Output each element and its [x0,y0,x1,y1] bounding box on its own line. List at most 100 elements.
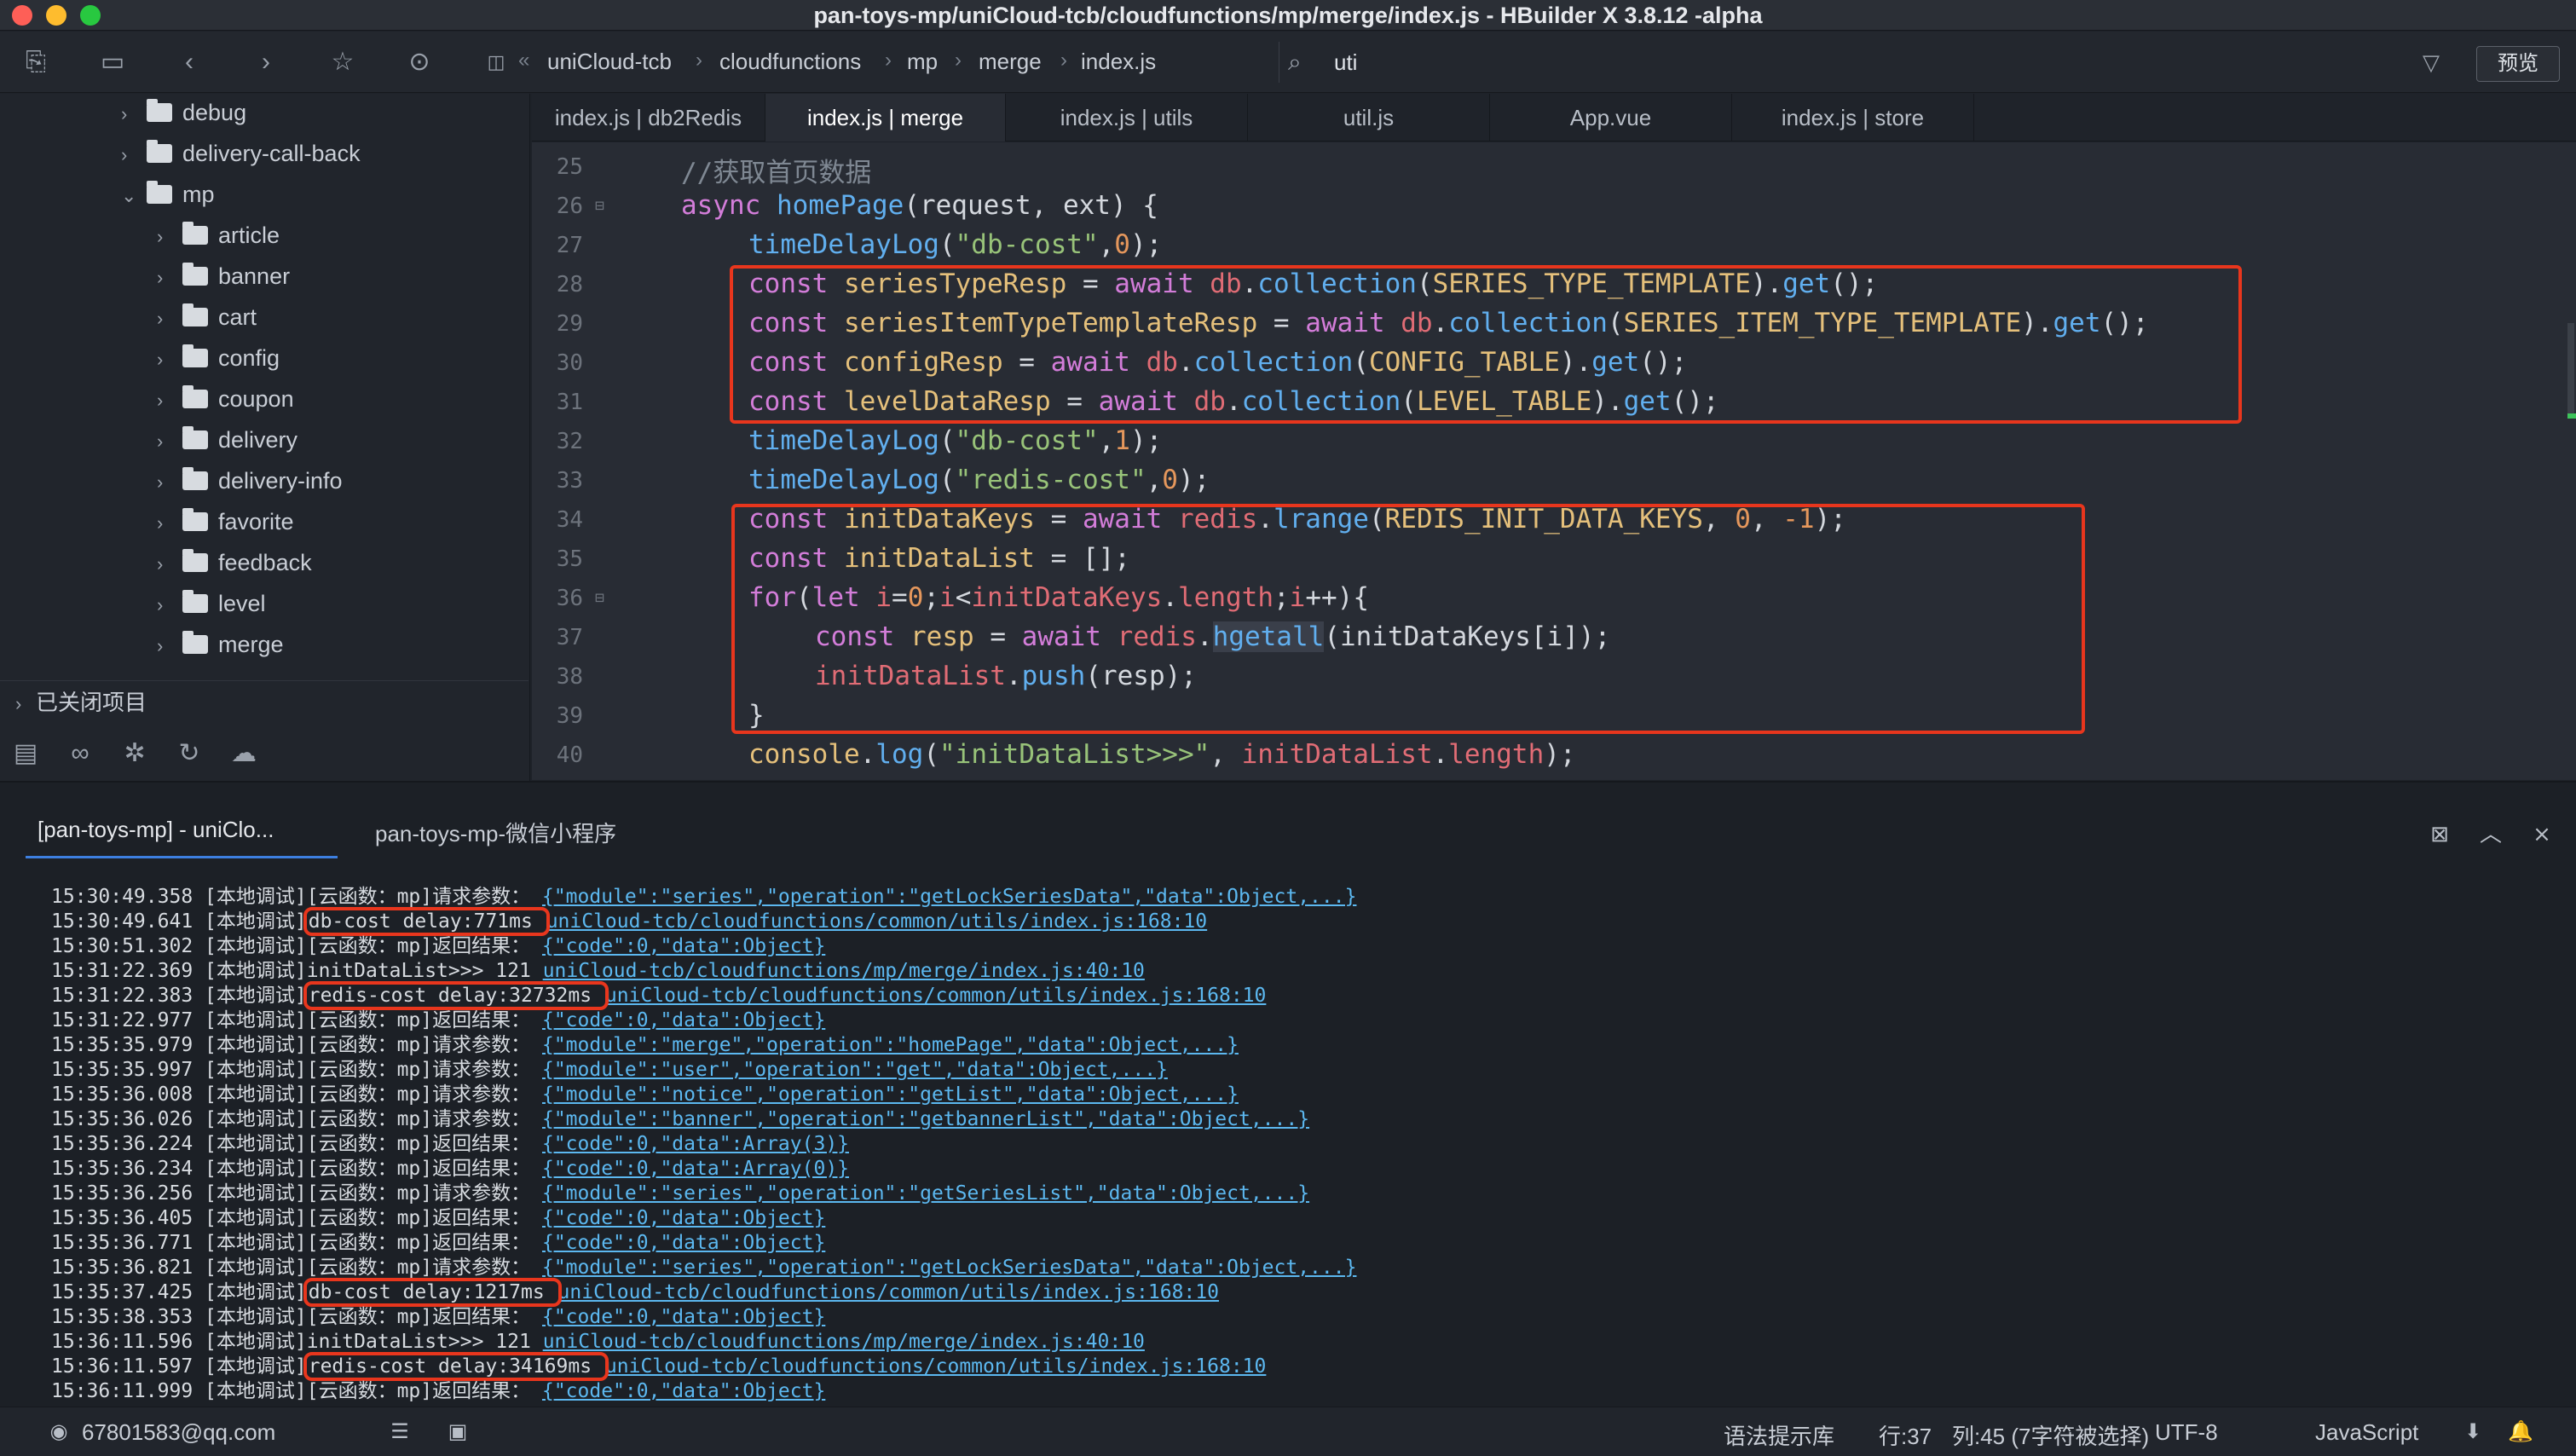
list-icon[interactable]: ☰ [385,1418,414,1447]
back-icon[interactable]: ‹ [172,45,206,79]
console-tab-wechat[interactable]: pan-toys-mp-微信小程序 [375,817,616,848]
breadcrumb-item[interactable]: merge [979,49,1042,75]
console-output[interactable]: 15:30:49.358 [本地调试][云函数：mp]请求参数： {"modul… [0,864,2576,1407]
log-link[interactable]: {"code":0,"data":Object} [542,1207,825,1229]
sidebar-item-delivery-info[interactable]: › delivery-info [157,460,343,501]
new-file-icon[interactable]: ⎘ [19,45,53,79]
log-link[interactable]: uniCloud-tcb/cloudfunctions/mp/merge/ind… [543,1331,1145,1353]
log-link[interactable]: {"code":0,"data":Object} [542,1009,825,1031]
log-link[interactable]: {"code":0,"data":Array(3)} [542,1133,849,1155]
sidebar-item-level[interactable]: › level [157,583,266,624]
code-line-27: timeDelayLog("db-cost",0); [748,229,1163,260]
close-console-icon[interactable]: ⨯ [2527,818,2557,849]
cursor-column[interactable]: 列:45 (7字符被选择) [1952,1419,2149,1451]
chevron-right-icon: › [121,144,128,165]
editor-scrollbar[interactable] [2567,323,2574,417]
log-link[interactable]: {"code":0,"data":Object} [542,1306,825,1328]
forward-icon[interactable]: › [249,45,283,79]
log-link[interactable]: {"module":"series","operation":"getLockS… [542,1257,1356,1279]
breadcrumb-item[interactable]: uniCloud-tcb [547,49,672,75]
cursor-line[interactable]: 行:37 [1879,1419,1932,1451]
log-link[interactable]: {"code":0,"data":Array(0)} [542,1158,849,1180]
search-input[interactable] [1334,47,2357,78]
sidebar-item-label: favorite [218,509,294,534]
save-icon[interactable]: ▭ [95,45,130,79]
log-link[interactable]: {"module":"series","operation":"getLockS… [542,886,1356,908]
clear-console-icon[interactable]: ⊠ [2424,818,2455,849]
tab-db2redis[interactable]: index.js | db2Redis [532,94,765,142]
preview-button[interactable]: 预览 [2476,46,2560,82]
language-mode[interactable]: JavaScript [2315,1419,2418,1446]
breadcrumb-item[interactable]: index.js [1081,49,1156,75]
search-box: ⌕ [1279,42,2438,83]
fold-toggle-icon[interactable]: ⊟ [595,197,604,215]
tab-utils[interactable]: index.js | utils [1006,94,1248,142]
maximize-console-icon[interactable]: ︿ [2475,818,2506,849]
code-line-33: timeDelayLog("redis-cost",0); [748,465,1210,495]
log-prefix: [本地调试][云函数：mp]返回结果： [205,1009,531,1031]
sidebar-item-debug[interactable]: › debug [121,94,246,133]
log-prefix: [本地调试][云函数：mp]返回结果： [205,1380,531,1402]
window-title: pan-toys-mp/uniCloud-tcb/cloudfunctions/… [813,3,1763,28]
folder-icon [147,99,172,122]
sidebar-item-mp[interactable]: ⌄ mp [121,174,215,215]
breadcrumb-item[interactable]: cloudfunctions [719,49,861,75]
fold-toggle-icon[interactable]: ⊟ [595,589,604,607]
console-header: [pan-toys-mp] - uniClo... pan-toys-mp-微信… [0,781,2576,864]
sidebar-item-delivery-call-back[interactable]: › delivery-call-back [121,133,361,174]
sidebar-item-delivery[interactable]: › delivery [157,419,297,460]
sidebar-item-banner[interactable]: › banner [157,256,290,297]
cloud-icon[interactable]: ☁ [225,735,263,772]
terminal-icon[interactable]: ▣ [443,1418,472,1447]
sidebar-item-article[interactable]: › article [157,215,280,256]
log-link[interactable]: uniCloud-tcb/cloudfunctions/common/utils… [558,1281,1219,1303]
encoding[interactable]: UTF-8 [2155,1419,2218,1446]
line-number: 35 [556,546,583,572]
tab-store[interactable]: index.js | store [1732,94,1974,142]
bell-icon[interactable]: 🔔 [2506,1418,2535,1447]
log-link[interactable]: uniCloud-tcb/cloudfunctions/common/utils… [546,910,1207,933]
tab-merge[interactable]: index.js | merge [765,94,1006,142]
log-link[interactable]: {"code":0,"data":Object} [542,935,825,957]
log-link[interactable]: {"module":"user","operation":"get","data… [542,1059,1168,1081]
sidebar-item-cart[interactable]: › cart [157,297,257,338]
bug-icon[interactable]: ✲ [116,735,153,772]
tab-app-vue[interactable]: App.vue [1490,94,1732,142]
log-link[interactable]: {"module":"banner","operation":"getbanne… [542,1108,1309,1130]
log-link[interactable]: {"module":"series","operation":"getSerie… [542,1182,1309,1205]
sidebar-item-label: coupon [218,386,294,412]
user-icon[interactable]: ◉ [44,1418,73,1447]
sidebar-item-coupon[interactable]: › coupon [157,378,294,419]
syntax-library[interactable]: 语法提示库 [1724,1419,1834,1451]
tab-util-js[interactable]: util.js [1248,94,1490,142]
log-link[interactable]: uniCloud-tcb/cloudfunctions/mp/merge/ind… [543,960,1145,982]
account-label[interactable]: 67801583@qq.com [82,1419,275,1446]
log-link[interactable]: {"code":0,"data":Object} [542,1380,825,1402]
closed-projects[interactable]: › 已关闭项目 [0,680,528,723]
log-link[interactable]: uniCloud-tcb/cloudfunctions/common/utils… [605,985,1266,1007]
filter-icon[interactable]: ▽ [2414,45,2448,79]
highlight-box-redis [731,504,2085,734]
sidebar-item-merge[interactable]: › merge [157,624,284,665]
highlight-box-db [730,265,2242,424]
log-time: 15:35:36.821 [51,1257,193,1279]
console-line: 15:35:36.008 [本地调试][云函数：mp]请求参数： {"modul… [51,1083,1239,1106]
log-link[interactable]: uniCloud-tcb/cloudfunctions/common/utils… [605,1355,1266,1378]
code-editor[interactable]: 25 26 ⊟ 27 28 29 30 31 32 33 34 35 36 ⊟ 37 38 39 40 //获取首… [532,142,2576,780]
sidebar-item-feedback[interactable]: › feedback [157,542,312,583]
download-icon[interactable]: ⬇ [2458,1418,2487,1447]
log-link[interactable]: {"module":"notice","operation":"getList"… [542,1083,1239,1106]
run-icon[interactable]: ⊙ [402,45,436,79]
line-number: 27 [556,233,583,258]
sidebar-item-config[interactable]: › config [157,338,280,378]
star-icon[interactable]: ☆ [326,45,360,79]
refresh-icon[interactable]: ↻ [170,735,208,772]
log-link[interactable]: {"code":0,"data":Object} [542,1232,825,1254]
file-tree-icon[interactable]: ▤ [7,735,44,772]
log-prefix: [本地调试][云函数：mp]返回结果： [205,1133,531,1155]
console-tab-unicloud[interactable]: [pan-toys-mp] - uniClo... [38,817,274,843]
log-link[interactable]: {"module":"merge","operation":"homePage"… [542,1034,1239,1056]
sidebar-item-favorite[interactable]: › favorite [157,501,294,542]
breadcrumb-item[interactable]: mp [907,49,938,75]
binoculars-icon[interactable]: ∞ [61,735,99,772]
